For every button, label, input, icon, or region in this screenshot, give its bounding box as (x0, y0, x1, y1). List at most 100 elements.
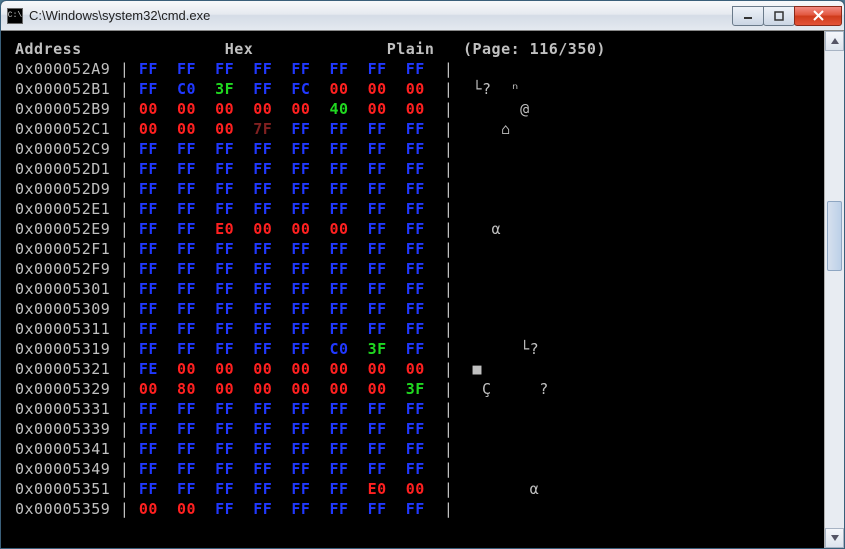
maximize-button[interactable] (763, 6, 795, 26)
hex-byte: FF (253, 80, 272, 98)
hex-row: 0x00005301 | FF FF FF FF FF FF FF FF | (15, 279, 840, 299)
hex-byte: FF (215, 440, 234, 458)
hex-byte: FF (139, 300, 158, 318)
hex-byte: FF (291, 260, 310, 278)
hex-byte: FF (330, 180, 349, 198)
plain-cell: Ç ? (473, 380, 549, 398)
hex-byte: FF (368, 400, 387, 418)
hex-byte: FF (406, 340, 425, 358)
hex-byte: FF (253, 400, 272, 418)
hex-byte: FF (291, 180, 310, 198)
hex-byte: FF (291, 440, 310, 458)
minimize-button[interactable] (732, 6, 764, 26)
address-cell: 0x00005309 (15, 300, 110, 318)
hex-byte: FF (253, 460, 272, 478)
hex-byte: FF (139, 240, 158, 258)
hex-byte: 00 (406, 80, 425, 98)
hex-byte: FF (139, 180, 158, 198)
hex-byte: FF (139, 60, 158, 78)
hex-byte: FF (253, 240, 272, 258)
hex-row: 0x00005309 | FF FF FF FF FF FF FF FF | (15, 299, 840, 319)
hex-byte: 00 (368, 100, 387, 118)
address-cell: 0x00005311 (15, 320, 110, 338)
hex-byte: FF (215, 160, 234, 178)
hex-byte: 00 (330, 380, 349, 398)
hex-byte: FF (139, 200, 158, 218)
hex-byte: FF (215, 400, 234, 418)
hex-byte: FF (291, 320, 310, 338)
address-cell: 0x000052B9 (15, 100, 110, 118)
hex-byte: E0 (215, 220, 234, 238)
hex-byte: 00 (291, 380, 310, 398)
hex-byte: FF (177, 140, 196, 158)
hex-byte: FF (177, 240, 196, 258)
hex-byte: FF (368, 60, 387, 78)
terminal-content: Address Hex Plain (Page: 116/350) 0x0000… (1, 31, 844, 548)
hex-byte: FF (253, 200, 272, 218)
address-cell: 0x000052D1 (15, 160, 110, 178)
address-cell: 0x00005351 (15, 480, 110, 498)
hex-byte: 80 (177, 380, 196, 398)
hex-byte: FF (406, 420, 425, 438)
hex-row: 0x000052A9 | FF FF FF FF FF FF FF FF | (15, 59, 840, 79)
hex-byte: FF (368, 320, 387, 338)
hex-byte: 00 (406, 480, 425, 498)
hex-byte: FF (330, 60, 349, 78)
scroll-down-button[interactable] (825, 528, 844, 548)
hex-byte: FF (177, 400, 196, 418)
hex-byte: FF (139, 340, 158, 358)
hex-byte: FF (177, 260, 196, 278)
address-cell: 0x000052A9 (15, 60, 110, 78)
address-cell: 0x00005321 (15, 360, 110, 378)
scrollbar-track[interactable] (825, 51, 844, 528)
hex-byte: 00 (215, 360, 234, 378)
plain-cell: └? ⁿ (473, 80, 521, 98)
hex-row: 0x00005311 | FF FF FF FF FF FF FF FF | (15, 319, 840, 339)
vertical-scrollbar[interactable] (824, 31, 844, 548)
plain-cell: ■ (473, 360, 483, 378)
scroll-up-button[interactable] (825, 31, 844, 51)
hex-byte: FF (406, 160, 425, 178)
hex-byte: FF (406, 200, 425, 218)
hex-byte: 3F (215, 80, 234, 98)
hex-row: 0x00005351 | FF FF FF FF FF FF E0 00 | α (15, 479, 840, 499)
hex-byte: FF (368, 440, 387, 458)
scrollbar-thumb[interactable] (827, 201, 842, 271)
hex-byte: FF (139, 400, 158, 418)
address-cell: 0x00005339 (15, 420, 110, 438)
hex-byte: FF (330, 200, 349, 218)
hex-byte: FF (139, 220, 158, 238)
hex-byte: 00 (330, 80, 349, 98)
hex-byte: FF (291, 140, 310, 158)
close-button[interactable] (794, 6, 842, 26)
hex-byte: FE (139, 360, 158, 378)
hex-byte: 00 (139, 100, 158, 118)
hex-byte: 3F (368, 340, 387, 358)
hex-byte: FF (215, 260, 234, 278)
hex-row: 0x00005341 | FF FF FF FF FF FF FF FF | (15, 439, 840, 459)
hex-byte: FF (215, 180, 234, 198)
address-cell: 0x000052E9 (15, 220, 110, 238)
hex-row: 0x000052D1 | FF FF FF FF FF FF FF FF | (15, 159, 840, 179)
address-cell: 0x00005359 (15, 500, 110, 518)
window-controls (733, 6, 842, 26)
hex-byte: FC (291, 80, 310, 98)
hex-row: 0x00005349 | FF FF FF FF FF FF FF FF | (15, 459, 840, 479)
title-bar[interactable]: C:\ C:\Windows\system32\cmd.exe (1, 1, 844, 31)
address-cell: 0x000052F9 (15, 260, 110, 278)
maximize-icon (774, 11, 784, 21)
hex-byte: FF (368, 460, 387, 478)
hex-byte: FF (177, 440, 196, 458)
hex-byte: 00 (253, 360, 272, 378)
hex-byte: FF (368, 180, 387, 198)
hex-row: 0x000052E9 | FF FF E0 00 00 00 FF FF | α (15, 219, 840, 239)
hex-row: 0x000052D9 | FF FF FF FF FF FF FF FF | (15, 179, 840, 199)
address-cell: 0x00005341 (15, 440, 110, 458)
address-cell: 0x000052D9 (15, 180, 110, 198)
hex-byte: FF (291, 340, 310, 358)
hex-byte: FF (253, 180, 272, 198)
hex-byte: FF (368, 420, 387, 438)
hex-byte: FF (406, 260, 425, 278)
hex-byte: 00 (177, 500, 196, 518)
header-row: Address Hex Plain (Page: 116/350) (15, 39, 840, 59)
